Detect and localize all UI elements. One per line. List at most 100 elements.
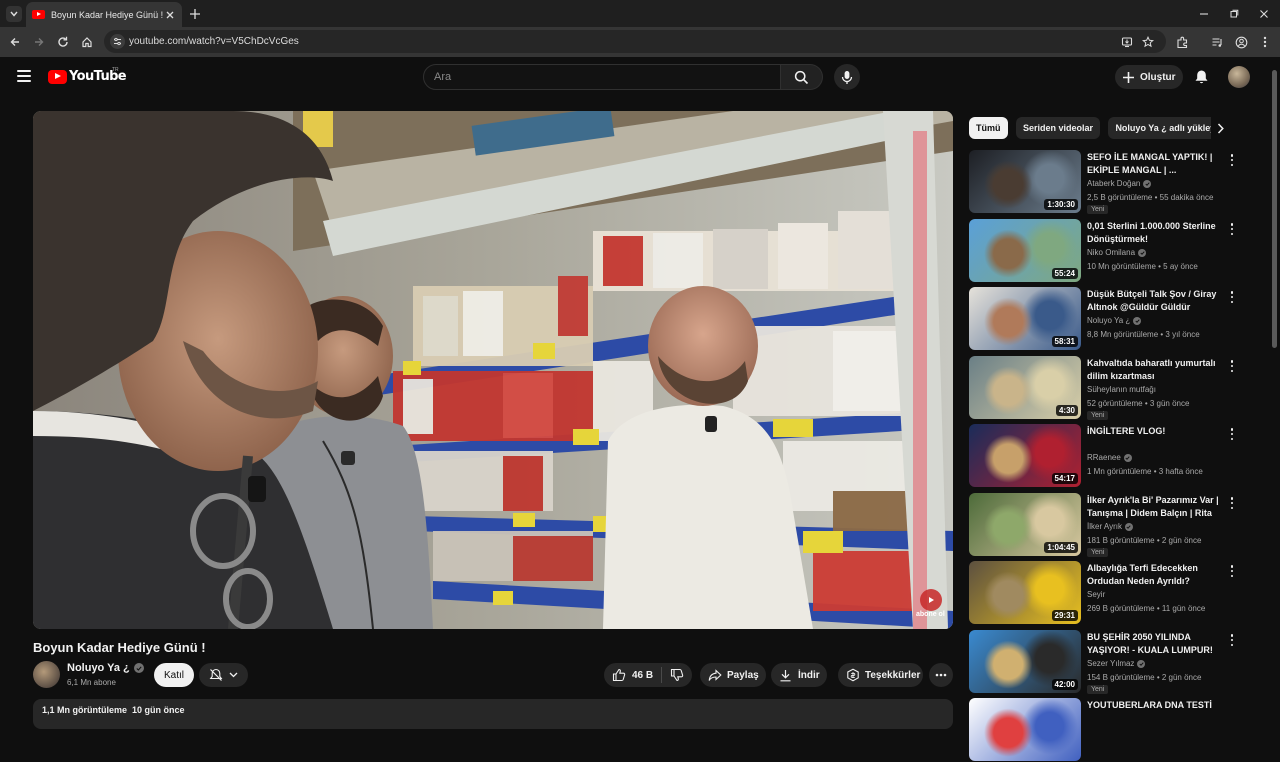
recommendation-title[interactable]: YOUTUBERLARA DNA TESTİ xyxy=(1087,699,1219,712)
channel-avatar[interactable] xyxy=(33,661,60,688)
reload-button[interactable] xyxy=(55,34,71,50)
close-window-button[interactable] xyxy=(1257,7,1271,21)
guide-menu-button[interactable] xyxy=(17,70,31,82)
recommendation-thumbnail[interactable]: 54:17 xyxy=(969,424,1081,487)
recommendation-thumbnail[interactable] xyxy=(969,698,1081,761)
recommendation-item[interactable]: 29:31 Albaylığa Terfi Edecekken Ordudan N… xyxy=(969,561,1239,625)
recommendation-menu-button[interactable] xyxy=(1228,564,1236,578)
recommendation-menu-button[interactable] xyxy=(1228,496,1236,510)
minimize-button[interactable] xyxy=(1197,7,1211,21)
search-input[interactable] xyxy=(424,65,780,89)
recommendation-title[interactable]: SEFO İLE MANGAL YAPTIK! | EKİPLE MANGAL … xyxy=(1087,151,1219,177)
recommendation-title[interactable]: Düşük Bütçeli Talk Şov / Giray Altınok @… xyxy=(1087,288,1219,314)
chip-uploader[interactable]: Noluyo Ya ¿ adlı yükleyiciden xyxy=(1108,117,1211,139)
recommendation-thumbnail[interactable]: 1:04:45 xyxy=(969,493,1081,556)
subscription-notifications-button[interactable] xyxy=(199,663,248,687)
chip-series[interactable]: Seriden videolar xyxy=(1015,117,1100,139)
recommendation-menu-button[interactable] xyxy=(1228,290,1236,304)
recommendation-menu-button[interactable] xyxy=(1228,359,1236,373)
more-actions-button[interactable] xyxy=(929,663,953,687)
recommendation-channel[interactable]: İlker Ayrık xyxy=(1087,522,1133,531)
recommendation-title[interactable]: Albaylığa Terfi Edecekken Ordudan Neden … xyxy=(1087,562,1219,588)
recommendation-channel[interactable]: Noluyo Ya ¿ xyxy=(1087,316,1142,325)
extensions-button[interactable] xyxy=(1174,34,1190,50)
tab-search-button[interactable] xyxy=(6,6,22,22)
chip-all[interactable]: Tümü xyxy=(969,117,1008,139)
tab-close-button[interactable] xyxy=(164,9,176,21)
download-button[interactable]: İndir xyxy=(771,663,827,687)
video-player[interactable]: abone ol xyxy=(33,111,953,629)
chips-next-button[interactable] xyxy=(1212,120,1228,136)
recommendation-channel[interactable]: Ataberk Doğan xyxy=(1087,179,1152,188)
browser-tab[interactable]: Boyun Kadar Hediye Günü ! - YouTube xyxy=(26,2,182,27)
restore-button[interactable] xyxy=(1227,7,1241,21)
recommendation-channel[interactable]: Niko Omilana xyxy=(1087,248,1147,257)
notifications-button[interactable] xyxy=(1192,68,1210,86)
close-icon xyxy=(1260,10,1268,18)
recommendation-item[interactable]: 1:30:30 SEFO İLE MANGAL YAPTIK! | EKİPLE … xyxy=(969,150,1239,214)
recommendation-title[interactable]: BU ŞEHİR 2050 YILINDA YAŞIYOR! - KUALA L… xyxy=(1087,631,1219,657)
page-scrollbar[interactable] xyxy=(1272,70,1277,348)
forward-button[interactable] xyxy=(31,34,47,50)
recommendation-item[interactable]: 54:17 İNGİLTERE VLOG! RRaenee 1 Mn görüntül… xyxy=(969,424,1239,488)
recommendation-menu-button[interactable] xyxy=(1228,633,1236,647)
bookmark-button[interactable] xyxy=(1141,35,1154,48)
recommendation-item[interactable]: 55:24 0,01 Sterlini 1.000.000 Sterline Dö… xyxy=(969,219,1239,283)
recommendation-title[interactable]: Kahvaltıda baharatlı yumurtalı dilim kız… xyxy=(1087,357,1219,383)
recommendation-thumbnail[interactable]: 29:31 xyxy=(969,561,1081,624)
dislike-button[interactable] xyxy=(662,668,692,682)
tune-icon xyxy=(114,37,121,46)
recommendation-channel[interactable]: Seyir xyxy=(1087,590,1105,599)
bell-icon xyxy=(1195,70,1207,84)
recommendation-title[interactable]: 0,01 Sterlini 1.000.000 Sterline Dönüştü… xyxy=(1087,220,1219,246)
country-code: TR xyxy=(112,67,119,73)
related-filter-chips: Tümü Seriden videolar Noluyo Ya ¿ adlı y… xyxy=(969,117,1211,139)
profile-button[interactable] xyxy=(1233,34,1249,50)
install-app-button[interactable] xyxy=(1120,35,1133,48)
recommendation-menu-button[interactable] xyxy=(1228,427,1236,441)
recommendation-channel[interactable]: Sezer Yılmaz xyxy=(1087,659,1146,668)
recommendation-title[interactable]: İlker Ayrık'la Bi' Pazarımız Var | Tanış… xyxy=(1087,494,1219,520)
recommendation-thumbnail[interactable]: 42:00 xyxy=(969,630,1081,693)
video-duration: 58:31 xyxy=(1051,336,1078,347)
super-thanks-icon xyxy=(847,668,859,682)
site-info-button[interactable] xyxy=(110,34,125,49)
back-button[interactable] xyxy=(7,34,23,50)
recommendation-item[interactable]: 42:00 BU ŞEHİR 2050 YILINDA YAŞIYOR! - KU… xyxy=(969,630,1239,694)
home-button[interactable] xyxy=(79,34,95,50)
voice-search-button[interactable] xyxy=(834,64,860,90)
browser-tabstrip: Boyun Kadar Hediye Günü ! - YouTube xyxy=(0,0,1280,27)
join-button[interactable]: Katıl xyxy=(154,663,194,687)
browser-menu-button[interactable] xyxy=(1257,34,1273,50)
create-button[interactable]: Oluştur xyxy=(1115,65,1183,89)
like-button[interactable]: 46 B xyxy=(604,667,662,683)
share-button[interactable]: Paylaş xyxy=(700,663,766,687)
search-box[interactable] xyxy=(423,64,781,90)
recommendation-thumbnail[interactable]: 55:24 xyxy=(969,219,1081,282)
recommendation-channel[interactable]: RRaenee xyxy=(1087,453,1132,462)
close-icon xyxy=(166,11,174,18)
recommendation-item[interactable]: 1:04:45 İlker Ayrık'la Bi' Pazarımız Var … xyxy=(969,493,1239,557)
account-avatar[interactable] xyxy=(1228,66,1250,88)
microphone-icon xyxy=(841,70,853,84)
recommendation-item[interactable]: 4:30 Kahvaltıda baharatlı yumurtalı dilim… xyxy=(969,356,1239,420)
recommendation-item[interactable]: 58:31 Düşük Bütçeli Talk Şov / Giray Altı… xyxy=(969,287,1239,351)
thanks-button[interactable]: Teşekkürler xyxy=(838,663,923,687)
recommendation-title[interactable]: İNGİLTERE VLOG! xyxy=(1087,425,1219,438)
channel-name[interactable]: Noluyo Ya ¿ xyxy=(67,662,144,674)
recommendation-channel[interactable]: Süheylanın mutfağı xyxy=(1087,385,1156,394)
new-tab-button[interactable] xyxy=(188,7,202,21)
recommendation-menu-button[interactable] xyxy=(1228,222,1236,236)
search-button[interactable] xyxy=(781,64,823,90)
recommendation-thumbnail[interactable]: 1:30:30 xyxy=(969,150,1081,213)
media-controls-button[interactable] xyxy=(1209,34,1225,50)
recommendation-thumbnail[interactable]: 58:31 xyxy=(969,287,1081,350)
recommendation-menu-button[interactable] xyxy=(1228,153,1236,167)
subscribe-watermark[interactable] xyxy=(920,589,942,611)
recommendation-item[interactable]: YOUTUBERLARA DNA TESTİ xyxy=(969,698,1239,762)
description-box[interactable]: 1,1 Mn görüntüleme 10 gün önce xyxy=(33,699,953,729)
recommendation-meta: 269 B görüntüleme • 11 gün önce xyxy=(1087,604,1206,613)
address-bar[interactable]: youtube.com/watch?v=V5ChDcVcGes xyxy=(104,30,1166,53)
verified-icon xyxy=(1124,522,1133,531)
recommendation-thumbnail[interactable]: 4:30 xyxy=(969,356,1081,419)
